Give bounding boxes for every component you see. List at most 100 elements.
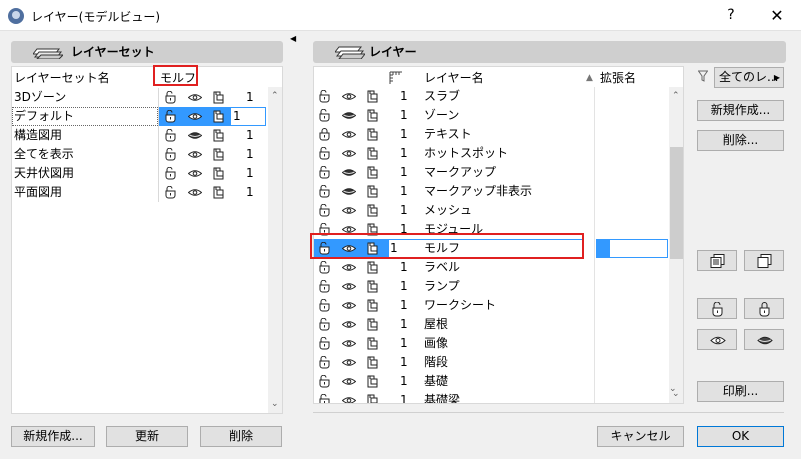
eye-closed-icon[interactable] xyxy=(187,129,203,142)
eye-icon[interactable] xyxy=(341,318,357,331)
pages-icon[interactable] xyxy=(366,166,380,179)
eye-icon[interactable] xyxy=(187,110,203,123)
layer-ext-column[interactable]: 拡張名 xyxy=(600,69,636,88)
layer-set-delete-button[interactable]: 削除 xyxy=(200,426,282,447)
layer-row[interactable]: 1 基礎 xyxy=(314,372,668,391)
layer-row[interactable]: 1 スラブ xyxy=(314,87,668,106)
pages-icon[interactable] xyxy=(366,318,380,331)
layer-row[interactable]: 1 屋根 xyxy=(314,315,668,334)
eye-icon[interactable] xyxy=(341,299,357,312)
layer-name-column[interactable]: レイヤー名 xyxy=(424,69,484,88)
eye-icon[interactable] xyxy=(341,337,357,350)
unlock-icon[interactable] xyxy=(318,355,332,369)
unlock-icon[interactable] xyxy=(164,185,178,199)
pages-icon[interactable] xyxy=(366,356,380,369)
layer-set-new-button[interactable]: 新規作成... xyxy=(11,426,95,447)
unlock-icon[interactable] xyxy=(318,260,332,274)
pages-icon[interactable] xyxy=(366,375,380,388)
eye-closed-icon[interactable] xyxy=(341,166,357,179)
scroll-up-icon[interactable]: ⌃ xyxy=(271,91,279,101)
show-all-button[interactable] xyxy=(697,329,737,350)
unlock-icon[interactable] xyxy=(318,89,332,103)
pages-icon[interactable] xyxy=(212,186,226,199)
cancel-button[interactable]: キャンセル xyxy=(597,426,684,447)
layer-row[interactable]: 1 マークアップ xyxy=(314,163,668,182)
pages-icon[interactable] xyxy=(212,91,226,104)
unlock-icon[interactable] xyxy=(318,317,332,331)
pages-icon[interactable] xyxy=(212,167,226,180)
pages-icon[interactable] xyxy=(366,204,380,217)
layer-row[interactable]: 1 マークアップ非表示 xyxy=(314,182,668,201)
eye-icon[interactable] xyxy=(341,128,357,141)
eye-icon[interactable] xyxy=(187,91,203,104)
pages-icon[interactable] xyxy=(366,147,380,160)
pages-icon[interactable] xyxy=(366,261,380,274)
layer-row[interactable]: 1 テキスト xyxy=(314,125,668,144)
eye-icon[interactable] xyxy=(341,147,357,160)
unlock-icon[interactable] xyxy=(164,147,178,161)
unlock-icon[interactable] xyxy=(164,166,178,180)
layer-set-list[interactable]: レイヤーセット名 モルフ 3Dゾーン 1 デフォルト 1 構造図用 1 全てを表示 1 天井伏図… xyxy=(11,66,283,414)
unlock-icon[interactable] xyxy=(318,203,332,217)
layer-row[interactable]: 1 ホットスポット xyxy=(314,144,668,163)
eye-icon[interactable] xyxy=(341,261,357,274)
pages-icon[interactable] xyxy=(212,148,226,161)
layer-delete-button[interactable]: 削除... xyxy=(697,130,784,151)
pages-icon[interactable] xyxy=(366,128,380,141)
lock-icon[interactable] xyxy=(318,128,332,141)
layer-set-row[interactable]: 平面図用 1 xyxy=(12,183,267,202)
collapse-arrow-icon[interactable]: ◀ xyxy=(290,34,296,43)
unlock-icon[interactable] xyxy=(318,374,332,388)
layer-set-number[interactable]: 1 xyxy=(233,107,241,126)
eye-icon[interactable] xyxy=(341,280,357,293)
layer-row[interactable]: 1 画像 xyxy=(314,334,668,353)
print-button[interactable]: 印刷... xyxy=(697,381,784,402)
layer-row[interactable]: 1 メッシュ xyxy=(314,201,668,220)
eye-icon[interactable] xyxy=(187,186,203,199)
layer-set-row[interactable]: 構造図用 1 xyxy=(12,126,267,145)
unlock-icon[interactable] xyxy=(164,90,178,104)
eye-icon[interactable] xyxy=(187,148,203,161)
unlock-icon[interactable] xyxy=(318,393,332,403)
scroll-up-icon[interactable]: ⌃ xyxy=(672,91,680,101)
duplicate-layer-button[interactable] xyxy=(744,250,784,271)
filter-dropdown[interactable]: 全てのレ... ▶ xyxy=(714,67,784,88)
layer-row[interactable]: 1 ラベル xyxy=(314,258,668,277)
layer-set-name-column[interactable]: レイヤーセット名 xyxy=(14,69,110,88)
pages-icon[interactable] xyxy=(366,185,380,198)
layer-set-row[interactable]: 天井伏図用 1 xyxy=(12,164,267,183)
unlock-icon[interactable] xyxy=(318,279,332,293)
pages-icon[interactable] xyxy=(366,299,380,312)
layer-row[interactable]: 1 ワークシート xyxy=(314,296,668,315)
close-button[interactable]: ✕ xyxy=(754,0,800,31)
eye-icon[interactable] xyxy=(341,90,357,103)
unlock-icon[interactable] xyxy=(318,336,332,350)
pages-icon[interactable] xyxy=(366,337,380,350)
pages-icon[interactable] xyxy=(212,129,226,142)
ok-button[interactable]: OK xyxy=(697,426,784,447)
unlock-icon[interactable] xyxy=(318,108,332,122)
layer-row[interactable]: 1 ゾーン xyxy=(314,106,668,125)
unlock-icon[interactable] xyxy=(318,165,332,179)
panel-scroll-down-icon[interactable]: ⌄ xyxy=(669,384,677,394)
eye-icon[interactable] xyxy=(187,167,203,180)
scroll-down-icon[interactable]: ⌄ xyxy=(271,399,279,409)
layer-set-row[interactable]: 3Dゾーン 1 xyxy=(12,88,267,107)
lock-all-button[interactable] xyxy=(744,298,784,319)
layer-set-row[interactable]: デフォルト 1 xyxy=(12,107,267,126)
pages-icon[interactable] xyxy=(366,394,380,403)
copy-layer-button[interactable] xyxy=(697,250,737,271)
eye-icon[interactable] xyxy=(341,394,357,403)
layer-scrollbar[interactable]: ⌃ ⌄ xyxy=(669,87,683,403)
layer-new-button[interactable]: 新規作成... xyxy=(697,100,784,121)
unlock-icon[interactable] xyxy=(164,128,178,142)
eye-closed-icon[interactable] xyxy=(341,109,357,122)
eye-icon[interactable] xyxy=(341,356,357,369)
eye-closed-icon[interactable] xyxy=(341,185,357,198)
layer-row[interactable]: 1 基礎梁 xyxy=(314,391,668,403)
pages-icon[interactable] xyxy=(366,280,380,293)
eye-icon[interactable] xyxy=(341,204,357,217)
scroll-thumb[interactable] xyxy=(670,147,683,259)
eye-icon[interactable] xyxy=(341,375,357,388)
layer-row[interactable]: 1 ランプ xyxy=(314,277,668,296)
